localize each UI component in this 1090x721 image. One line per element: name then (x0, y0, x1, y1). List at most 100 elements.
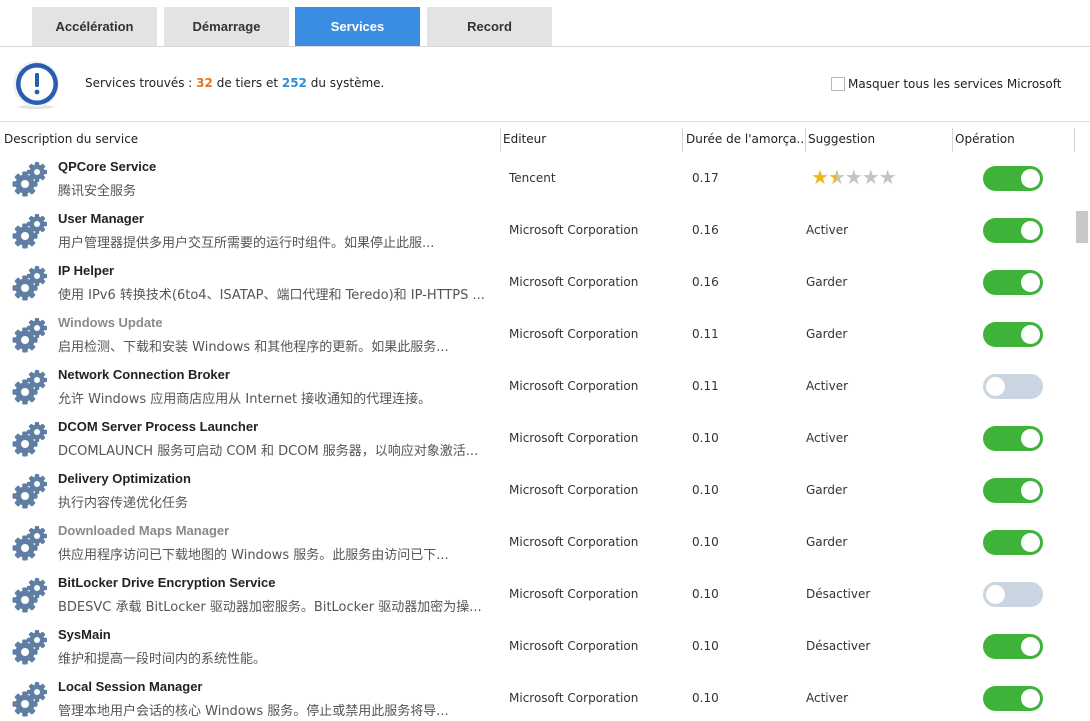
service-name: Network Connection Broker (58, 367, 230, 382)
column-divider[interactable] (805, 128, 806, 152)
service-name: User Manager (58, 211, 144, 226)
service-gear-icon (12, 369, 48, 405)
table-row[interactable]: Network Connection Broker 允许 Windows 应用商店… (0, 363, 1076, 415)
service-gear-icon (12, 161, 48, 197)
service-toggle[interactable] (983, 218, 1043, 243)
table-row[interactable]: Windows Update 启用检测、下载和安装 Windows 和其他程序的更… (0, 311, 1076, 363)
duration-cell: 0.16 (692, 223, 719, 237)
duration-cell: 0.10 (692, 535, 719, 549)
service-gear-icon (12, 421, 48, 457)
suggestion-cell: Garder (806, 327, 848, 341)
service-name: Delivery Optimization (58, 471, 191, 486)
suggestion-cell: Activer (806, 223, 849, 237)
star-icon: ★ (811, 165, 829, 189)
table-row[interactable]: BitLocker Drive Encryption Service BDESVC… (0, 571, 1076, 623)
service-gear-icon (12, 577, 48, 613)
service-toggle[interactable] (983, 582, 1043, 607)
toggle-knob (986, 377, 1005, 396)
service-toggle[interactable] (983, 478, 1043, 503)
table-row[interactable]: DCOM Server Process Launcher DCOMLAUNCH 服… (0, 415, 1076, 467)
services-found-middle: de tiers et (216, 76, 279, 90)
service-name: SysMain (58, 627, 111, 642)
column-header-duration[interactable]: Durée de l'amorça... (686, 123, 804, 155)
service-description: 供应用程序访问已下载地图的 Windows 服务。此服务由访问已下... (58, 548, 449, 563)
suggestion-cell: Activer (806, 379, 849, 393)
third-party-count: 32 (196, 76, 213, 90)
suggestion-cell: Garder (806, 275, 848, 289)
service-gear-icon (12, 629, 48, 665)
toggle-knob (1021, 221, 1040, 240)
services-found-prefix: Services trouvés : (85, 76, 193, 90)
column-header-description[interactable]: Description du service (4, 123, 498, 155)
publisher-cell: Microsoft Corporation (509, 431, 639, 445)
suggestion-cell: Garder (806, 535, 848, 549)
column-header-suggestion[interactable]: Suggestion (808, 123, 948, 155)
publisher-cell: Microsoft Corporation (509, 275, 639, 289)
service-toggle[interactable] (983, 270, 1043, 295)
scrollbar-thumb[interactable] (1076, 211, 1088, 243)
service-gear-icon (12, 213, 48, 249)
hide-microsoft-checkbox[interactable]: Masquer tous les services Microsoft (831, 77, 1061, 91)
star-icon: ★ (827, 165, 846, 189)
tab-record[interactable]: Record (427, 7, 552, 46)
toggle-knob (986, 585, 1005, 604)
table-row[interactable]: IP Helper 使用 IPv6 转换技术(6to4、ISATAP、端口代理和 … (0, 259, 1076, 311)
system-count: 252 (281, 76, 307, 90)
suggestion-cell: Activer (806, 431, 849, 445)
toggle-knob (1021, 689, 1040, 708)
table-row[interactable]: QPCore Service 腾讯安全服务 Tencent 0.17 ★★★★★ (0, 155, 1076, 207)
column-divider[interactable] (500, 128, 501, 152)
star-icon: ★ (844, 165, 863, 189)
services-found-suffix: du système. (310, 76, 385, 90)
column-divider[interactable] (952, 128, 953, 152)
service-description: DCOMLAUNCH 服务可启动 COM 和 DCOM 服务器，以响应对象激活.… (58, 444, 479, 459)
publisher-cell: Tencent (509, 171, 556, 185)
service-toggle[interactable] (983, 426, 1043, 451)
column-divider[interactable] (1074, 128, 1075, 152)
column-divider[interactable] (682, 128, 683, 152)
column-header-operation[interactable]: Opération (955, 123, 1071, 155)
duration-cell: 0.10 (692, 691, 719, 705)
suggestion-cell: Désactiver (806, 639, 871, 653)
toggle-knob (1021, 637, 1040, 656)
service-toggle[interactable] (983, 322, 1043, 347)
duration-cell: 0.10 (692, 431, 719, 445)
publisher-cell: Microsoft Corporation (509, 327, 639, 341)
service-toggle[interactable] (983, 634, 1043, 659)
column-header-publisher[interactable]: Editeur (503, 123, 681, 155)
table-row[interactable]: User Manager 用户管理器提供多用户交互所需要的运行时组件。如果停止此服… (0, 207, 1076, 259)
tab-services[interactable]: Services (295, 7, 420, 46)
duration-cell: 0.10 (692, 587, 719, 601)
table-row[interactable]: SysMain 维护和提高一段时间内的系统性能。 Microsoft Corpora… (0, 623, 1076, 675)
service-gear-icon (12, 681, 48, 717)
duration-cell: 0.10 (692, 639, 719, 653)
service-toggle[interactable] (983, 374, 1043, 399)
scrollbar[interactable] (1076, 123, 1090, 721)
publisher-cell: Microsoft Corporation (509, 587, 639, 601)
toggle-knob (1021, 533, 1040, 552)
service-name: IP Helper (58, 263, 115, 278)
toggle-knob (1021, 169, 1040, 188)
service-description: 允许 Windows 应用商店应用从 Internet 接收通知的代理连接。 (58, 392, 432, 407)
tab-demarrage[interactable]: Démarrage (164, 7, 289, 46)
tab-acceleration[interactable]: Accélération (32, 7, 157, 46)
service-name: Local Session Manager (58, 679, 203, 694)
duration-cell: 0.11 (692, 379, 719, 393)
service-gear-icon (12, 317, 48, 353)
service-toggle[interactable] (983, 530, 1043, 555)
service-toggle[interactable] (983, 166, 1043, 191)
services-found-text: Services trouvés : 32 de tiers et 252 du… (85, 76, 384, 90)
service-toggle[interactable] (983, 686, 1043, 711)
publisher-cell: Microsoft Corporation (509, 483, 639, 497)
table-row[interactable]: Local Session Manager 管理本地用户会话的核心 Windows… (0, 675, 1076, 721)
checkbox-box[interactable] (831, 77, 845, 91)
duration-cell: 0.16 (692, 275, 719, 289)
duration-cell: 0.17 (692, 171, 719, 185)
toggle-knob (1021, 481, 1040, 500)
services-summary-bar: Services trouvés : 32 de tiers et 252 du… (0, 48, 1090, 122)
table-row[interactable]: Downloaded Maps Manager 供应用程序访问已下载地图的 Win… (0, 519, 1076, 571)
service-description: BDESVC 承载 BitLocker 驱动器加密服务。BitLocker 驱动… (58, 600, 482, 615)
service-description: 腾讯安全服务 (58, 184, 137, 199)
table-row[interactable]: Delivery Optimization 执行内容传递优化任务 Microsoft… (0, 467, 1076, 519)
publisher-cell: Microsoft Corporation (509, 691, 639, 705)
